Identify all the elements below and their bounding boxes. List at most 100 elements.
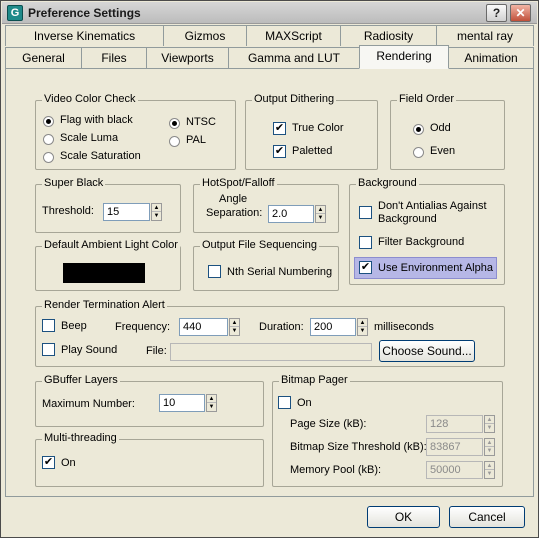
scale-saturation-radio[interactable]	[43, 152, 54, 163]
background-group: Background Don't Antialias Against Backg…	[349, 177, 505, 285]
tab-rendering[interactable]: Rendering	[359, 45, 449, 69]
window-title: Preference Settings	[28, 6, 141, 20]
super-black-title: Super Black	[42, 177, 106, 189]
title-bar[interactable]: G Preference Settings ? ✕	[2, 2, 537, 24]
threshold-spinner[interactable]: ▲ ▼	[151, 203, 162, 221]
output-file-sequencing-title: Output File Sequencing	[200, 239, 319, 251]
dont-antialias-label-line1: Don't Antialias Against	[378, 200, 487, 212]
field-order-group: Field Order Odd Even	[390, 93, 505, 170]
spinner-up-icon[interactable]: ▲	[316, 206, 325, 214]
ok-button[interactable]: OK	[367, 506, 440, 528]
threshold-input[interactable]: 15	[103, 203, 150, 221]
tab-viewports[interactable]: Viewports	[146, 47, 229, 68]
spinner-down-icon[interactable]: ▼	[485, 424, 494, 432]
even-label: Even	[430, 145, 456, 157]
spinner-down-icon[interactable]: ▼	[152, 212, 161, 220]
pal-radio[interactable]	[169, 136, 180, 147]
dont-antialias-checkbox[interactable]	[359, 206, 372, 219]
separation-label: Separation:	[206, 207, 263, 219]
spinner-up-icon[interactable]: ▲	[485, 439, 494, 447]
angle-separation-spinner[interactable]: ▲ ▼	[315, 205, 326, 223]
tab-gizmos[interactable]: Gizmos	[163, 25, 247, 46]
tab-radiosity[interactable]: Radiosity	[340, 25, 437, 46]
nth-serial-numbering-checkbox[interactable]	[208, 265, 221, 278]
help-button[interactable]: ?	[486, 4, 507, 22]
page-size-label: Page Size (kB):	[290, 418, 367, 430]
bitmap-size-threshold-input[interactable]: 83867	[426, 438, 483, 456]
use-environment-alpha-checkbox[interactable]: ✔	[359, 261, 372, 274]
tab-maxscript[interactable]: MAXScript	[246, 25, 341, 46]
cancel-button[interactable]: Cancel	[449, 506, 525, 528]
filter-background-checkbox[interactable]	[359, 236, 372, 249]
spinner-down-icon[interactable]: ▼	[207, 403, 216, 411]
memory-pool-spinner[interactable]: ▲ ▼	[484, 461, 495, 479]
close-button[interactable]: ✕	[510, 4, 531, 22]
video-color-check-group: Video Color Check Flag with black Scale …	[35, 93, 236, 170]
ntsc-radio[interactable]	[169, 118, 180, 129]
play-sound-label: Play Sound	[61, 344, 118, 356]
render-termination-alert-group: Render Termination Alert Beep Frequency:…	[35, 299, 505, 367]
maximum-number-spinner[interactable]: ▲ ▼	[206, 394, 217, 412]
ambient-light-group: Default Ambient Light Color	[35, 239, 181, 291]
ntsc-label: NTSC	[186, 116, 216, 128]
sound-file-input[interactable]	[170, 343, 372, 361]
nth-serial-numbering-label: Nth Serial Numbering	[227, 266, 333, 278]
tab-animation[interactable]: Animation	[448, 47, 534, 68]
duration-label: Duration:	[259, 321, 304, 333]
duration-input[interactable]: 200	[310, 318, 356, 336]
spinner-up-icon[interactable]: ▲	[152, 204, 161, 212]
choose-sound-button[interactable]: Choose Sound...	[379, 340, 475, 362]
tab-files[interactable]: Files	[81, 47, 147, 68]
spinner-down-icon[interactable]: ▼	[485, 447, 494, 455]
tab-inverse-kinematics[interactable]: Inverse Kinematics	[5, 25, 164, 46]
true-color-label: True Color	[292, 122, 344, 134]
play-sound-checkbox[interactable]	[42, 343, 55, 356]
odd-radio[interactable]	[413, 124, 424, 135]
flag-with-black-label: Flag with black	[60, 114, 133, 126]
duration-spinner[interactable]: ▲ ▼	[357, 318, 368, 336]
tab-mental-ray[interactable]: mental ray	[436, 25, 534, 46]
page-size-spinner[interactable]: ▲ ▼	[484, 415, 495, 433]
spinner-up-icon[interactable]: ▲	[230, 319, 239, 327]
tab-gamma-and-lut[interactable]: Gamma and LUT	[228, 47, 360, 68]
paletted-label: Paletted	[292, 145, 333, 157]
video-color-check-title: Video Color Check	[42, 93, 138, 105]
spinner-up-icon[interactable]: ▲	[485, 416, 494, 424]
ambient-color-swatch[interactable]	[63, 263, 145, 283]
multi-threading-title: Multi-threading	[42, 432, 119, 444]
spinner-down-icon[interactable]: ▼	[230, 327, 239, 335]
scale-luma-radio[interactable]	[43, 134, 54, 145]
threshold-label: Threshold:	[42, 205, 94, 217]
dont-antialias-label-line2: Background	[378, 213, 437, 225]
page-size-input[interactable]: 128	[426, 415, 483, 433]
frequency-input[interactable]: 440	[179, 318, 228, 336]
filter-background-label: Filter Background	[378, 236, 465, 248]
multi-threading-on-checkbox[interactable]: ✔	[42, 456, 55, 469]
tab-general[interactable]: General	[5, 47, 82, 68]
memory-pool-input[interactable]: 50000	[426, 461, 483, 479]
spinner-up-icon[interactable]: ▲	[485, 462, 494, 470]
spinner-down-icon[interactable]: ▼	[316, 214, 325, 222]
spinner-up-icon[interactable]: ▲	[358, 319, 367, 327]
bitmap-pager-title: Bitmap Pager	[279, 374, 350, 386]
bitmap-size-threshold-spinner[interactable]: ▲ ▼	[484, 438, 495, 456]
spinner-down-icon[interactable]: ▼	[485, 470, 494, 478]
scale-luma-label: Scale Luma	[60, 132, 119, 144]
pal-label: PAL	[186, 134, 206, 146]
preference-settings-window: G Preference Settings ? ✕ Inverse Kinema…	[0, 0, 539, 538]
frequency-spinner[interactable]: ▲ ▼	[229, 318, 240, 336]
even-radio[interactable]	[413, 147, 424, 158]
use-environment-alpha-label: Use Environment Alpha	[378, 262, 493, 274]
field-order-title: Field Order	[397, 93, 457, 105]
app-icon: G	[7, 5, 23, 21]
beep-checkbox[interactable]	[42, 319, 55, 332]
flag-with-black-radio[interactable]	[43, 116, 54, 127]
odd-label: Odd	[430, 122, 451, 134]
spinner-up-icon[interactable]: ▲	[207, 395, 216, 403]
spinner-down-icon[interactable]: ▼	[358, 327, 367, 335]
angle-separation-input[interactable]: 2.0	[268, 205, 314, 223]
true-color-checkbox[interactable]: ✔	[273, 122, 286, 135]
bitmap-pager-on-checkbox[interactable]	[278, 396, 291, 409]
paletted-checkbox[interactable]: ✔	[273, 145, 286, 158]
maximum-number-input[interactable]: 10	[159, 394, 205, 412]
